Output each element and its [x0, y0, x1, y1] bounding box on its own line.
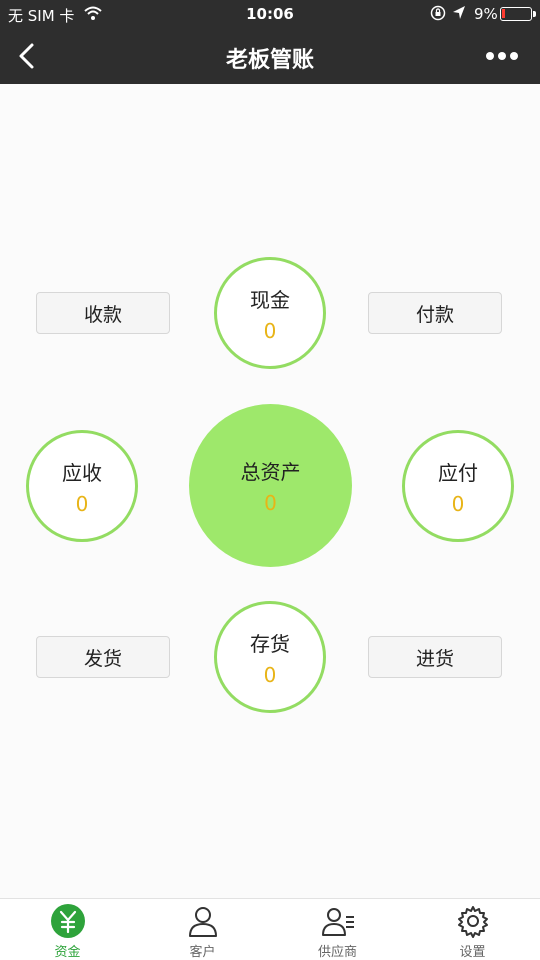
battery-icon [500, 7, 536, 21]
receivable-label: 应收 [62, 460, 102, 485]
inventory-circle[interactable]: 存货 0 [214, 601, 326, 713]
tab-bar: 资金 客户 供应商 设置 [0, 898, 540, 960]
yen-icon [50, 904, 85, 938]
more-dots-icon[interactable] [480, 40, 524, 72]
collect-button[interactable]: 收款 [36, 292, 170, 334]
nav-bar: 老板管账 [0, 28, 540, 84]
payable-value: 0 [451, 491, 465, 516]
status-bar: 无 SIM 卡 10:06 9% [0, 0, 540, 28]
payable-label: 应付 [438, 460, 478, 485]
ship-button[interactable]: 发货 [36, 636, 170, 678]
pay-button[interactable]: 付款 [368, 292, 502, 334]
chevron-left-icon[interactable] [12, 40, 44, 72]
cash-circle[interactable]: 现金 0 [214, 257, 326, 369]
gear-icon [457, 906, 488, 938]
tab-customers[interactable]: 客户 [135, 899, 270, 960]
page-title: 老板管账 [225, 48, 314, 73]
receivable-value: 0 [75, 491, 89, 516]
tab-funds-label: 资金 [54, 945, 81, 960]
inventory-label: 存货 [250, 631, 290, 656]
tab-settings[interactable]: 设置 [405, 899, 540, 960]
tab-funds[interactable]: 资金 [0, 899, 135, 960]
cash-value: 0 [263, 318, 277, 343]
total-assets-circle[interactable]: 总资产 0 [189, 404, 352, 567]
battery-percent: 9% [474, 5, 498, 23]
supplier-icon [321, 908, 354, 936]
tab-suppliers[interactable]: 供应商 [270, 899, 405, 960]
tab-suppliers-label: 供应商 [317, 945, 357, 960]
total-assets-value: 0 [264, 491, 277, 515]
location-arrow-icon [453, 6, 465, 19]
tab-customers-label: 客户 [189, 945, 216, 960]
cash-label: 现金 [250, 287, 290, 312]
receivable-circle[interactable]: 应收 0 [26, 430, 138, 542]
payable-circle[interactable]: 应付 0 [402, 430, 514, 542]
total-assets-label: 总资产 [240, 460, 301, 484]
purchase-button[interactable]: 进货 [368, 636, 502, 678]
inventory-value: 0 [263, 662, 277, 687]
user-icon [188, 907, 217, 937]
rotation-lock-icon [430, 5, 446, 21]
tab-settings-label: 设置 [459, 945, 486, 960]
